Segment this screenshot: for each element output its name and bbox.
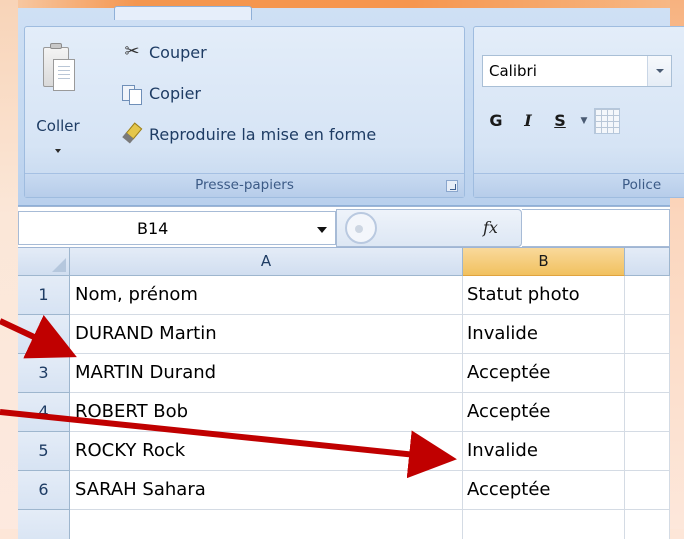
cell-b4[interactable]: Acceptée (463, 393, 625, 432)
font-group: Calibri G I S ▼ Police (473, 26, 684, 198)
row-header[interactable]: 4 (18, 393, 70, 432)
name-box[interactable]: B14 (18, 211, 336, 245)
cell-c5[interactable] (625, 432, 670, 471)
table-row: 5 ROCKY Rock Invalide (18, 432, 670, 471)
italic-button[interactable]: I (514, 107, 542, 135)
row-header[interactable]: 5 (18, 432, 70, 471)
insert-function-button[interactable]: fx (483, 218, 498, 237)
paste-button[interactable]: Coller (33, 35, 83, 155)
cell-b6[interactable]: Acceptée (463, 471, 625, 510)
column-header-b[interactable]: B (463, 248, 625, 276)
cell-a1[interactable]: Nom, prénom (70, 276, 463, 315)
cell-a7[interactable] (70, 510, 463, 539)
cell-b2[interactable]: Invalide (463, 315, 625, 354)
cell-b5[interactable]: Invalide (463, 432, 625, 471)
row-header[interactable]: 2 (18, 315, 70, 354)
row-header[interactable] (18, 510, 70, 539)
table-row: 1 Nom, prénom Statut photo (18, 276, 670, 315)
font-group-label: Police (474, 173, 684, 197)
copy-label: Copier (149, 83, 201, 103)
copy-button[interactable]: Copier (121, 78, 201, 108)
cell-c1[interactable] (625, 276, 670, 315)
underline-dropdown-icon[interactable]: ▼ (578, 107, 590, 135)
row-header[interactable]: 3 (18, 354, 70, 393)
paste-icon (43, 41, 75, 93)
tab-home[interactable] (114, 6, 252, 20)
name-box-dropdown-icon[interactable] (317, 227, 327, 233)
table-row: 4 ROBERT Bob Acceptée (18, 393, 670, 432)
ribbon: Coller ✂ Couper Copier Reproduire la mis… (18, 6, 684, 206)
cell-c4[interactable] (625, 393, 670, 432)
clipboard-dialog-launcher-icon[interactable] (446, 180, 458, 192)
bold-button[interactable]: G (482, 107, 510, 135)
formula-tools: fx (336, 209, 522, 247)
scissors-icon: ✂ (124, 41, 140, 62)
name-box-value: B14 (137, 219, 169, 238)
font-name-value: Calibri (489, 62, 537, 80)
font-name-select[interactable]: Calibri (482, 55, 672, 87)
underline-button[interactable]: S (546, 107, 574, 135)
column-header-a[interactable]: A (70, 248, 463, 276)
format-painter-button[interactable]: Reproduire la mise en forme (121, 119, 376, 149)
paintbrush-icon (121, 123, 143, 145)
cell-b3[interactable]: Acceptée (463, 354, 625, 393)
cell-a6[interactable]: SARAH Sahara (70, 471, 463, 510)
cell-a2[interactable]: DURAND Martin (70, 315, 463, 354)
clipboard-group-label: Presse-papiers (25, 173, 464, 197)
column-header-c[interactable] (625, 248, 670, 276)
cell-c2[interactable] (625, 315, 670, 354)
copy-icon (121, 82, 143, 105)
cell-a4[interactable]: ROBERT Bob (70, 393, 463, 432)
cell-c6[interactable] (625, 471, 670, 510)
cut-button[interactable]: ✂ Couper (121, 37, 207, 67)
formula-input[interactable] (522, 209, 670, 247)
table-row (18, 510, 670, 539)
select-all-corner[interactable] (18, 248, 70, 276)
cell-b7[interactable] (463, 510, 625, 539)
cell-c7[interactable] (625, 510, 670, 539)
format-painter-label: Reproduire la mise en forme (149, 124, 377, 144)
row-header[interactable]: 1 (18, 276, 70, 315)
formula-bar: B14 fx (18, 206, 670, 248)
cell-b1[interactable]: Statut photo (463, 276, 625, 315)
table-row: 3 MARTIN Durand Acceptée (18, 354, 670, 393)
font-format-row: G I S ▼ (482, 105, 620, 137)
spreadsheet-grid: A B 1 Nom, prénom Statut photo 2 DURAND … (18, 248, 670, 539)
cell-a5[interactable]: ROCKY Rock (70, 432, 463, 471)
row-header[interactable]: 6 (18, 471, 70, 510)
clipboard-group: Coller ✂ Couper Copier Reproduire la mis… (24, 26, 465, 198)
table-row: 2 DURAND Martin Invalide (18, 315, 670, 354)
formula-expand-icon[interactable] (345, 212, 377, 244)
cell-a3[interactable]: MARTIN Durand (70, 354, 463, 393)
paste-dropdown-icon[interactable] (55, 149, 61, 153)
cut-label: Couper (149, 42, 207, 62)
table-row: 6 SARAH Sahara Acceptée (18, 471, 670, 510)
frame-glow-left (0, 0, 18, 539)
cell-c3[interactable] (625, 354, 670, 393)
paste-label: Coller (36, 117, 80, 135)
ribbon-tab-strip (18, 6, 670, 20)
borders-icon[interactable] (594, 108, 620, 134)
font-dropdown-icon[interactable] (647, 56, 671, 86)
